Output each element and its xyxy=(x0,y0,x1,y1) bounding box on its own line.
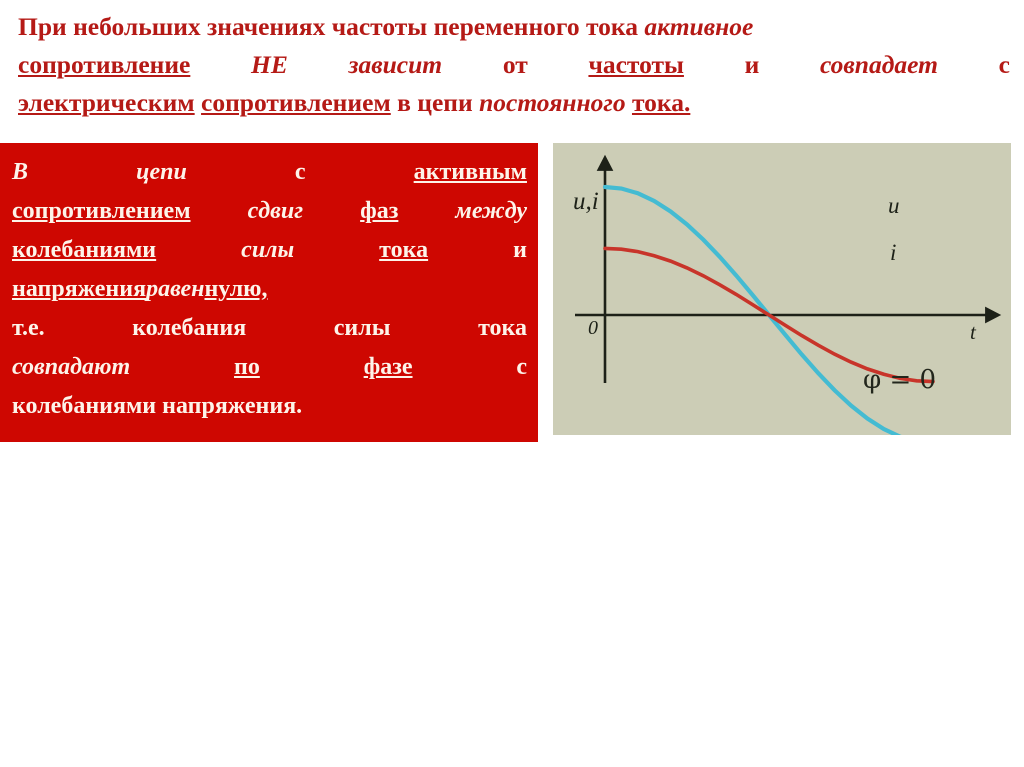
red-line-1: В цепи с активным xyxy=(12,153,527,192)
phase-annotation: φ = 0 xyxy=(863,365,936,395)
heading-emphasis: активное xyxy=(644,12,754,41)
red-line-2: сопротивлением сдвиг фаз между xyxy=(12,192,527,231)
red-term-i: и xyxy=(513,237,527,263)
voltage-curve-u xyxy=(602,184,902,435)
heading-term-postoyannogo: постоянного xyxy=(479,88,626,117)
red-term-kolebaniya: колебания xyxy=(132,315,247,341)
heading-text: При небольших значениях частоты переменн… xyxy=(18,12,645,41)
red-term-aktivnym: активным xyxy=(413,159,527,185)
y-axis-label: u,i xyxy=(573,188,599,215)
red-term-nulyu: нулю, xyxy=(204,276,268,302)
red-term-napryazheniya: напряжения xyxy=(12,276,147,302)
red-term-cepi: цепи xyxy=(136,159,187,185)
red-line-6: совпадают по фазе с xyxy=(12,348,527,387)
heading-line-2: сопротивление НЕ зависит от частоты и со… xyxy=(18,46,1010,84)
red-line-7: колебаниями напряжения. xyxy=(12,387,527,426)
red-term-po: по xyxy=(234,354,260,380)
waveform-chart-panel: u,i 0 t u i φ = 0 xyxy=(553,143,1011,435)
red-term-raven: равен xyxy=(146,276,205,302)
heading-term-vcepi: в цепи xyxy=(397,88,473,117)
red-line-4: напряженияравеннулю, xyxy=(12,270,527,309)
red-term-toka: тока xyxy=(379,237,429,263)
series-label-u: u xyxy=(888,193,900,218)
red-term-final: колебаниями напряжения. xyxy=(12,393,303,419)
heading-term-soprotivlenie: сопротивление xyxy=(18,50,191,79)
red-line-5: т.е. колебания силы тока xyxy=(12,309,527,348)
red-term-sovpadayut: совпадают xyxy=(12,354,131,380)
waveform-chart-svg: u,i 0 t u i φ = 0 xyxy=(573,154,1002,435)
heading-line-1: При небольших значениях частоты переменн… xyxy=(18,8,1010,46)
red-term-kolebaniyami: колебаниями xyxy=(12,237,157,263)
red-term-soprotivleniem: сопротивлением xyxy=(12,198,191,224)
origin-label: 0 xyxy=(588,317,598,339)
red-term-toka2: тока xyxy=(478,315,527,341)
red-callout-text: В цепи с активным сопротивлением сдвиг ф… xyxy=(12,153,527,426)
red-term-faze: фазе xyxy=(363,354,413,380)
heading-line-3: электрическим сопротивлением в цепи пост… xyxy=(18,84,1010,122)
series-label-i: i xyxy=(890,240,896,265)
x-axis-label: t xyxy=(970,320,977,344)
red-callout-box: В цепи с активным сопротивлением сдвиг ф… xyxy=(0,143,538,442)
red-term-v: В xyxy=(12,159,29,185)
red-term-sily2: силы xyxy=(333,315,391,341)
red-term-s: с xyxy=(294,159,306,185)
heading-term-i: и xyxy=(744,50,760,79)
red-line-3: колебаниями силы тока и xyxy=(12,231,527,270)
red-term-te: т.е. xyxy=(12,315,45,341)
red-term-sdvig: сдвиг xyxy=(247,198,304,224)
red-term-sily: силы xyxy=(241,237,295,263)
heading-term-ot: от xyxy=(502,50,528,79)
heading-term-toka: тока. xyxy=(631,88,691,117)
heading-term-zavisit: зависит xyxy=(348,50,443,79)
heading-term-soprotivleniem: сопротивлением xyxy=(201,88,391,117)
heading-term-sovpadaet: совпадает xyxy=(819,50,938,79)
red-term-faz: фаз xyxy=(360,198,399,224)
heading-term-chastoty: частоты xyxy=(588,50,684,79)
red-term-mezhdu: между xyxy=(455,198,527,224)
heading-term-elektricheskim: электрическим xyxy=(18,88,195,117)
heading-term-s: с xyxy=(998,50,1010,79)
heading-paragraph: При небольших значениях частоты переменн… xyxy=(18,8,1010,122)
heading-term-ne: НЕ xyxy=(251,50,288,79)
red-term-s2: с xyxy=(516,354,527,380)
